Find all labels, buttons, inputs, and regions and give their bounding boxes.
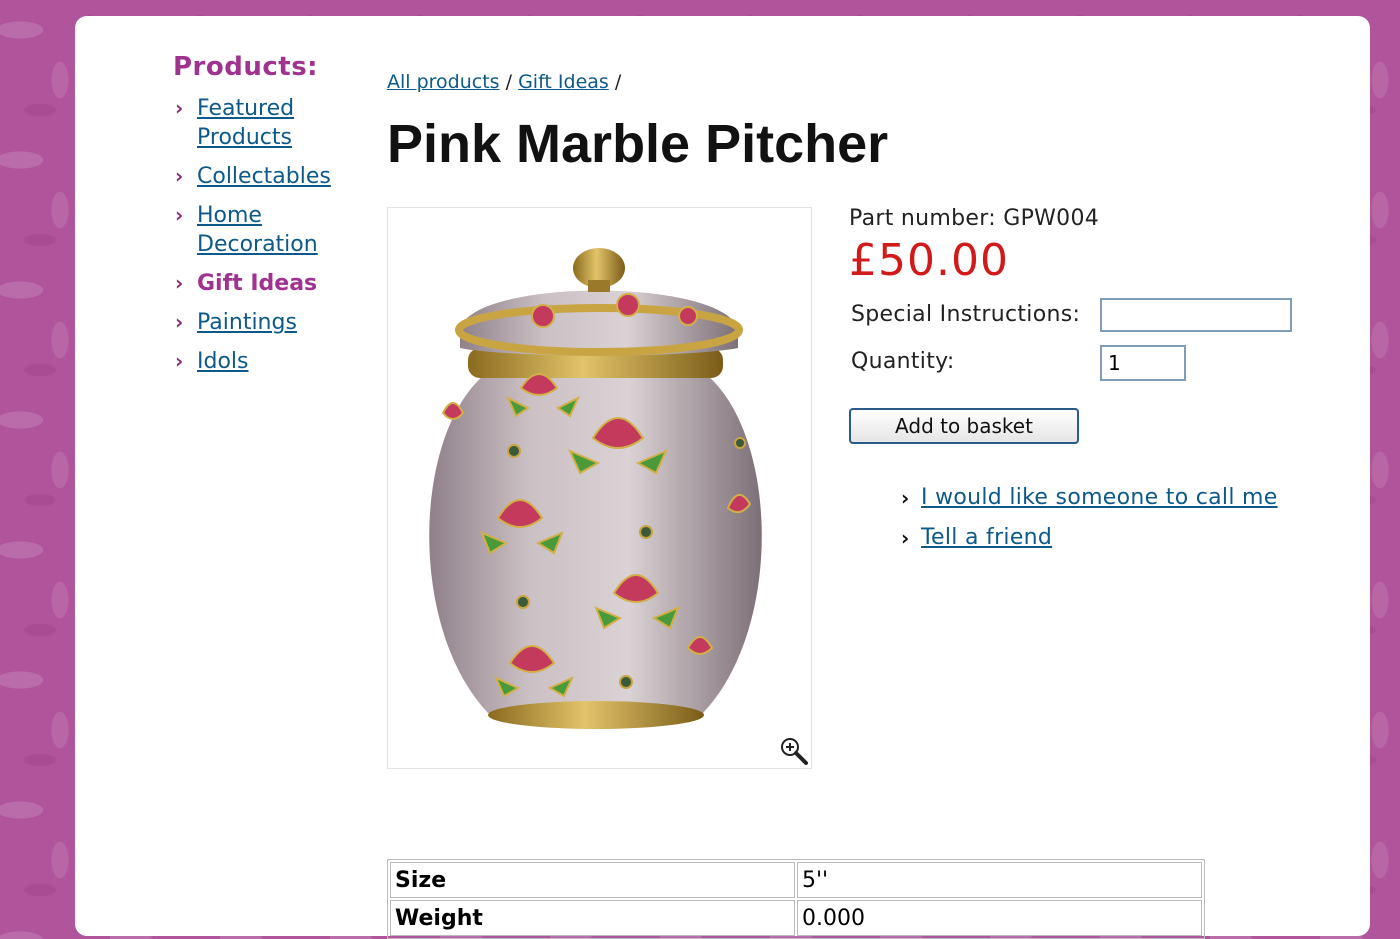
sidebar-item-home-decoration: › Home Decoration <box>173 201 343 259</box>
sidebar-link-idols[interactable]: Idols <box>197 349 249 374</box>
tell-friend-link[interactable]: Tell a friend <box>921 525 1052 550</box>
table-row: Size 5'' <box>390 862 1202 898</box>
tell-friend-item: › Tell a friend <box>899 524 1329 552</box>
sidebar-item-featured-products: › Featured Products <box>173 94 343 152</box>
product-image[interactable] <box>387 207 812 769</box>
chevron-right-icon: › <box>175 349 184 373</box>
breadcrumb-all-products[interactable]: All products <box>387 71 500 93</box>
add-to-basket-button[interactable]: Add to basket <box>849 408 1079 444</box>
sidebar-link-home-decoration[interactable]: Home Decoration <box>197 203 318 257</box>
sidebar-link-featured-products[interactable]: Featured Products <box>197 96 294 150</box>
product-actions: › I would like someone to call me › Tell… <box>899 484 1329 552</box>
sidebar: Products: › Featured Products › Collecta… <box>173 52 343 386</box>
page-title: Pink Marble Pitcher <box>387 114 889 174</box>
sidebar-link-gift-ideas[interactable]: Gift Ideas <box>197 271 317 296</box>
spec-key: Size <box>390 862 795 898</box>
part-number-label: Part number: <box>849 206 996 231</box>
chevron-right-icon: › <box>175 310 184 334</box>
breadcrumb-gift-ideas[interactable]: Gift Ideas <box>518 71 609 93</box>
part-number-value: GPW004 <box>1003 206 1100 231</box>
quantity-row: Quantity: <box>849 345 1329 392</box>
spec-value: 5'' <box>797 862 1202 898</box>
quantity-input[interactable] <box>1100 345 1186 381</box>
call-me-item: › I would like someone to call me <box>899 484 1329 512</box>
sidebar-link-paintings[interactable]: Paintings <box>197 310 297 335</box>
call-me-link[interactable]: I would like someone to call me <box>921 485 1278 510</box>
sidebar-item-gift-ideas: › Gift Ideas <box>173 269 343 298</box>
sidebar-link-collectables[interactable]: Collectables <box>197 164 331 189</box>
zoom-in-icon[interactable] <box>779 736 809 766</box>
breadcrumb-separator: / <box>614 71 622 93</box>
spec-value: 0.000 <box>797 900 1202 936</box>
chevron-right-icon: › <box>175 164 184 188</box>
special-instructions-row: Special Instructions: <box>849 298 1329 345</box>
specs-table: Size 5'' Weight 0.000 <box>387 859 1205 939</box>
category-list: › Featured Products › Collectables › Hom… <box>173 94 343 376</box>
product-info: Part number: GPW004 £50.00 Special Instr… <box>849 206 1329 564</box>
quantity-label: Quantity: <box>851 349 955 374</box>
chevron-right-icon: › <box>175 203 184 227</box>
chevron-right-icon: › <box>901 486 910 510</box>
part-number: Part number: GPW004 <box>849 206 1329 231</box>
special-instructions-label: Special Instructions: <box>851 302 1081 327</box>
sidebar-heading: Products: <box>173 52 319 82</box>
breadcrumb: All products / Gift Ideas / <box>387 71 621 93</box>
chevron-right-icon: › <box>175 271 184 295</box>
breadcrumb-separator: / <box>505 71 513 93</box>
sidebar-item-idols: › Idols <box>173 347 343 376</box>
price: £50.00 <box>849 235 1009 286</box>
chevron-right-icon: › <box>901 526 910 550</box>
content-panel: Products: › Featured Products › Collecta… <box>75 16 1370 939</box>
marble-pitcher-image <box>429 248 762 729</box>
sidebar-item-paintings: › Paintings <box>173 308 343 337</box>
sidebar-item-collectables: › Collectables <box>173 162 343 191</box>
spec-key: Weight <box>390 900 795 936</box>
chevron-right-icon: › <box>175 96 184 120</box>
special-instructions-input[interactable] <box>1100 298 1292 332</box>
table-row: Weight 0.000 <box>390 900 1202 936</box>
